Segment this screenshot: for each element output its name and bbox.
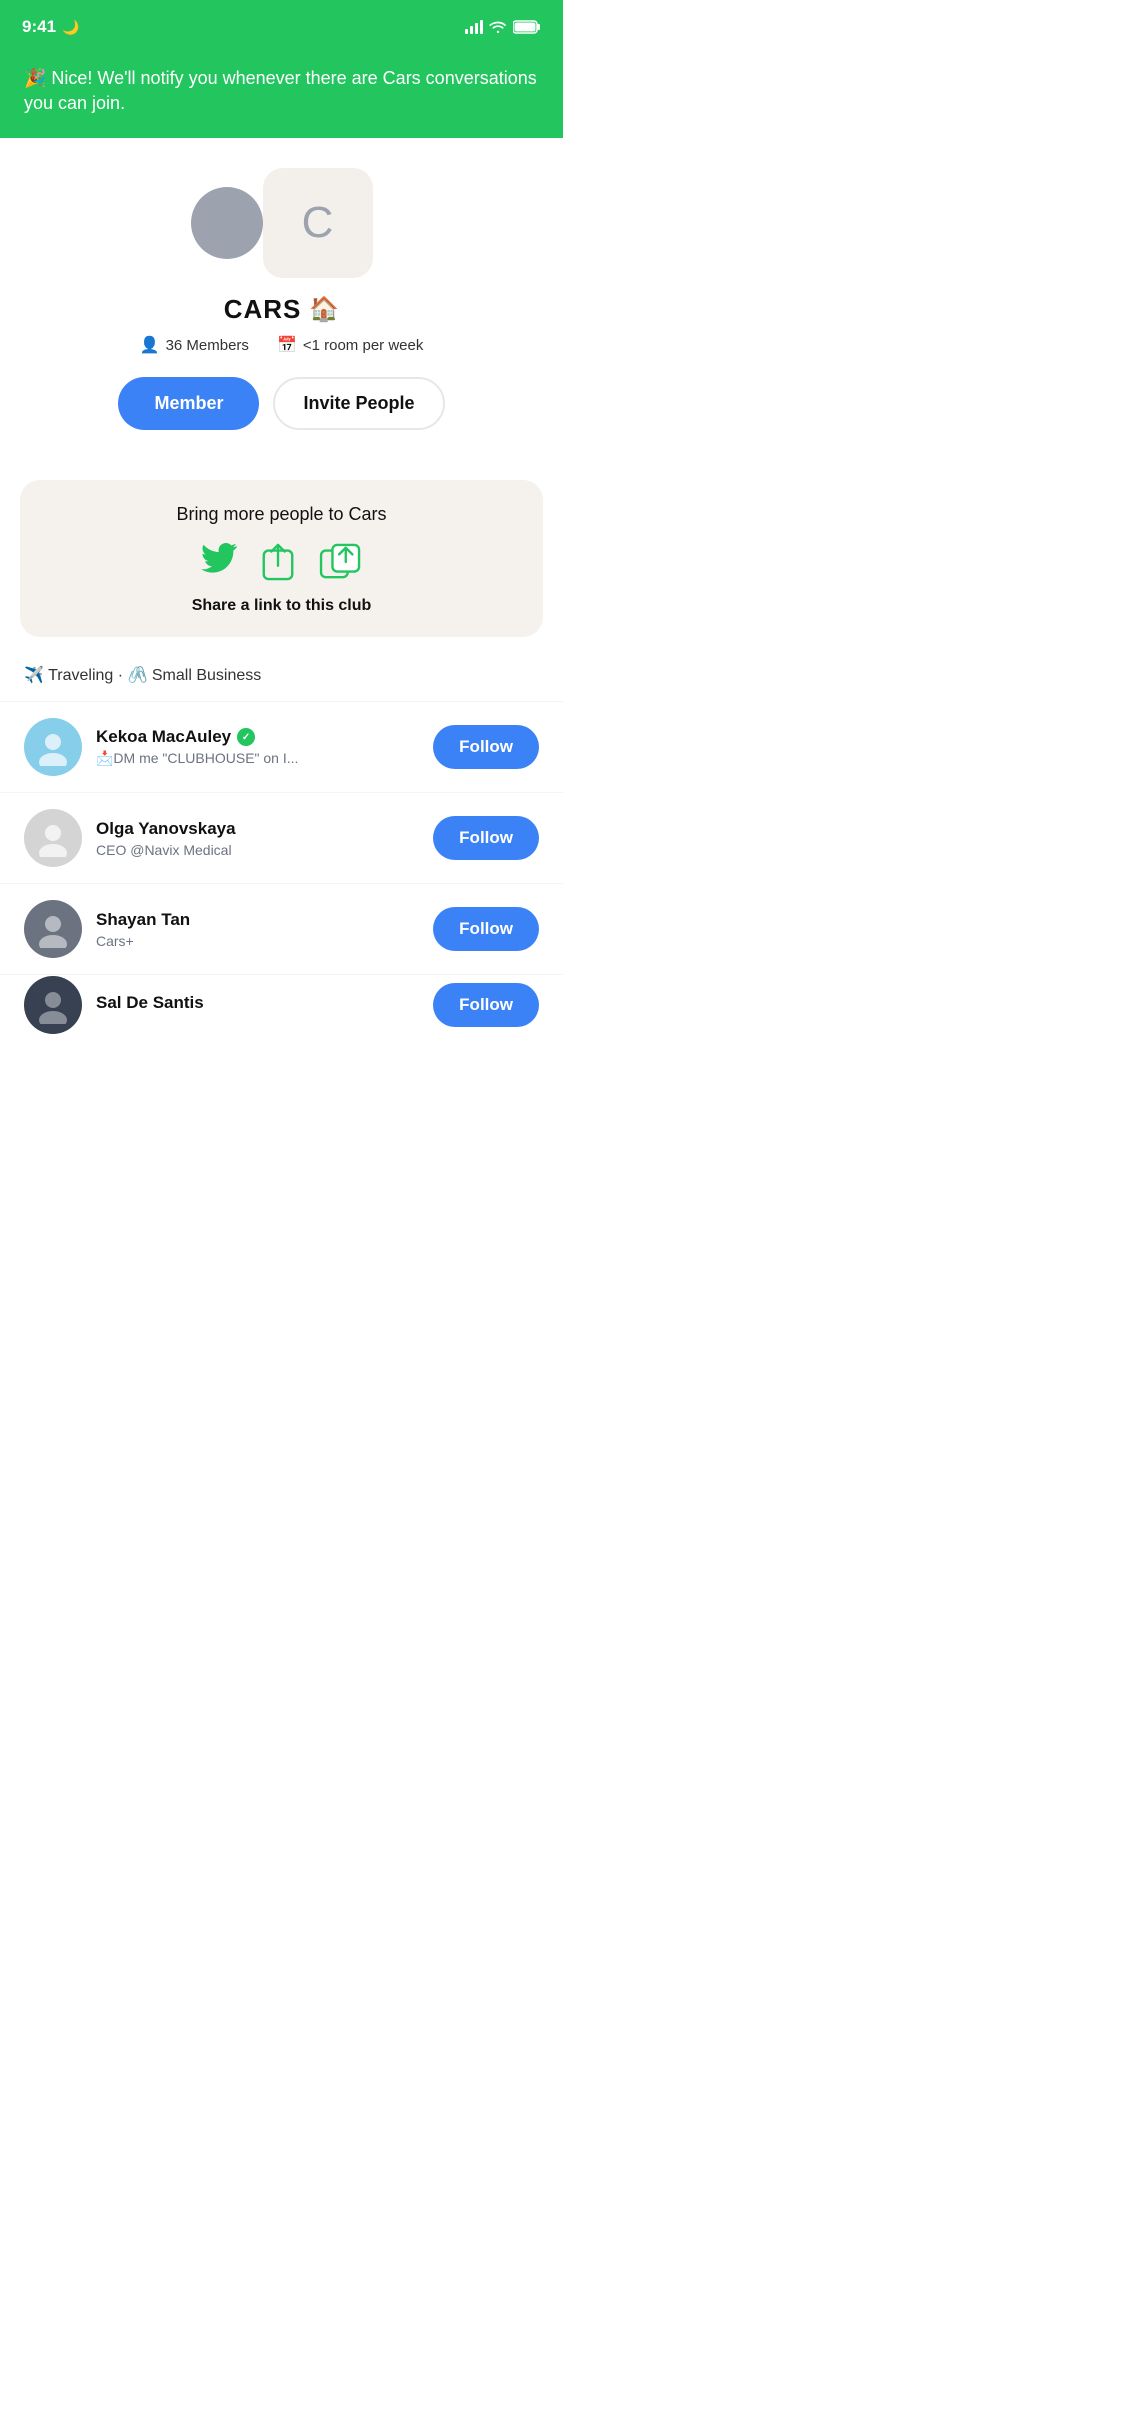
avatar [24,718,82,776]
club-avatars: C [191,168,373,278]
list-item: Sal De Santis Follow [0,974,563,1034]
club-name-row: CARS 🏠 [224,294,340,325]
member-name: Sal De Santis [96,993,204,1013]
share-upload-icon-2[interactable] [319,543,363,581]
share-upload-icon-1[interactable] [261,543,295,581]
member-name-row: Shayan Tan [96,910,419,930]
calendar-icon: 📅 [277,335,297,355]
avatar-circle [191,187,263,259]
status-icons [465,20,541,34]
member-info: Kekoa MacAuley ✓ 📩DM me "CLUBHOUSE" on I… [96,727,419,767]
members-list: Kekoa MacAuley ✓ 📩DM me "CLUBHOUSE" on I… [0,701,563,1034]
member-name-row: Sal De Santis [96,993,419,1013]
share-card: Bring more people to Cars [20,480,543,637]
status-time: 9:41 [22,17,56,37]
list-item: Shayan Tan Cars+ Follow [0,883,563,974]
member-name: Kekoa MacAuley [96,727,231,747]
avatar [24,809,82,867]
moon-icon: 🌙 [62,19,79,36]
club-header: C CARS 🏠 👤 36 Members 📅 <1 room per week… [0,138,563,460]
member-button[interactable]: Member [118,377,259,430]
share-icons [40,543,523,581]
notification-banner: 🎉 Nice! We'll notify you whenever there … [0,50,563,138]
invite-button[interactable]: Invite People [273,377,444,430]
member-bio: Cars+ [96,933,419,949]
club-stats: 👤 36 Members 📅 <1 room per week [140,335,424,355]
avatar [24,976,82,1034]
person-icon: 👤 [140,335,160,355]
member-name-row: Olga Yanovskaya [96,819,419,839]
member-info: Sal De Santis [96,993,419,1016]
battery-icon [513,20,541,34]
notification-text: 🎉 Nice! We'll notify you whenever there … [24,66,539,116]
list-item: Kekoa MacAuley ✓ 📩DM me "CLUBHOUSE" on I… [0,701,563,792]
share-link-text[interactable]: Share a link to this club [40,597,523,615]
member-bio: CEO @Navix Medical [96,842,419,858]
frequency-stat: 📅 <1 room per week [277,335,423,355]
follow-button[interactable]: Follow [433,907,539,951]
follow-button[interactable]: Follow [433,725,539,769]
members-stat: 👤 36 Members [140,335,249,355]
club-name: CARS [224,294,302,325]
main-content: C CARS 🏠 👤 36 Members 📅 <1 room per week… [0,138,563,1034]
club-actions: Member Invite People [118,377,444,430]
party-emoji: 🎉 [24,68,51,88]
list-item: Olga Yanovskaya CEO @Navix Medical Follo… [0,792,563,883]
member-name-row: Kekoa MacAuley ✓ [96,727,419,747]
club-avatar-square: C [263,168,373,278]
avatar [24,900,82,958]
tags-row: ✈️ Traveling · 🖇️ Small Business [0,657,563,701]
member-info: Shayan Tan Cars+ [96,910,419,949]
house-icon: 🏠 [309,295,339,324]
twitter-svg [201,543,237,573]
share-title: Bring more people to Cars [40,504,523,525]
wifi-icon [489,20,507,34]
member-bio: 📩DM me "CLUBHOUSE" on I... [96,750,419,767]
follow-button[interactable]: Follow [433,816,539,860]
twitter-share-icon[interactable] [201,543,237,581]
member-info: Olga Yanovskaya CEO @Navix Medical [96,819,419,858]
follow-button[interactable]: Follow [433,983,539,1027]
signal-bars [465,20,483,34]
status-bar: 9:41 🌙 [0,0,563,50]
verified-badge: ✓ [237,728,255,746]
member-name: Shayan Tan [96,910,190,930]
member-name: Olga Yanovskaya [96,819,236,839]
